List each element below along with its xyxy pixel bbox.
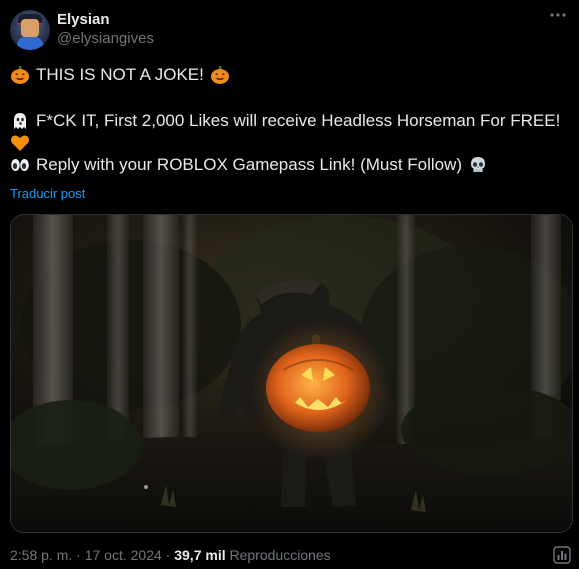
meta-separator: · [76,547,81,563]
tweet-line-3: Reply with your ROBLOX Gamepass Link! (M… [10,153,572,177]
views-label: Reproducciones [229,547,331,563]
views-count: 39,7 mil [174,547,226,563]
skull-icon [468,155,488,175]
analytics-icon[interactable] [553,546,571,564]
avatar-body [17,37,43,50]
tweet-line-2-text: F*CK IT, First 2,000 Likes will receive … [36,111,561,130]
more-icon[interactable] [546,8,570,28]
eyes-icon [10,155,30,175]
jack-o-lantern-icon [10,65,30,85]
jack-o-lantern-icon [210,65,230,85]
avatar-face [21,19,39,37]
tweet-meta: 2:58 p. m. · 17 oct. 2024 · 39,7 mil Rep… [10,547,331,563]
avatar[interactable] [10,10,50,50]
headless-horseman-image [11,215,572,532]
author-name[interactable]: Elysian [57,11,110,28]
ghost-icon [10,111,30,131]
author-handle[interactable]: @elysiangives [57,30,154,47]
post-time[interactable]: 2:58 p. m. [10,547,72,563]
translate-post-link[interactable]: Traducir post [10,186,85,201]
tweet-line-3-text: Reply with your ROBLOX Gamepass Link! (M… [36,155,463,174]
tweet-line-2: F*CK IT, First 2,000 Likes will receive … [10,109,572,133]
tweet-line-2b [10,133,572,153]
tweet-text: THIS IS NOT A JOKE! F*CK IT, First 2,000… [10,63,572,177]
tweet-media[interactable] [10,214,573,533]
post-date[interactable]: 17 oct. 2024 [85,547,162,563]
orange-heart-icon [10,133,30,153]
meta-separator: · [165,547,171,563]
tweet-line-1: THIS IS NOT A JOKE! [10,63,572,87]
tweet-line-1-text: THIS IS NOT A JOKE! [36,65,204,84]
tweet-header: Elysian @elysiangives [10,8,570,52]
